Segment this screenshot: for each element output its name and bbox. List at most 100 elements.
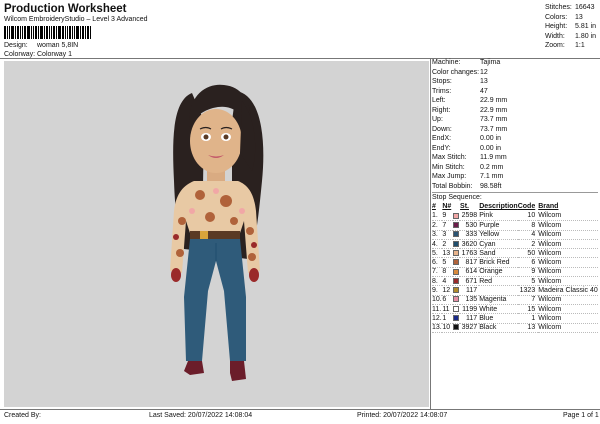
machine-info-row: Trims: 47 bbox=[432, 87, 598, 97]
machine-info-label: Stops: bbox=[432, 78, 452, 85]
row-index: 2. bbox=[432, 221, 438, 229]
row-index: 7. bbox=[432, 268, 438, 276]
stat-row: Width: 1.80 in bbox=[545, 32, 596, 42]
page-number: Page 1 of 1 bbox=[563, 412, 599, 419]
machine-info-label: Left: bbox=[432, 97, 446, 104]
col-needle: N# bbox=[442, 203, 452, 211]
stop-sequence-title: Stop Sequence: bbox=[432, 192, 598, 202]
design-stats: Stitches: 16643 Colors: 13 Height: 5.81 in Wid… bbox=[545, 3, 596, 51]
barcode-bar bbox=[58, 26, 61, 39]
machine-info-value: 11.9 mm bbox=[480, 154, 507, 161]
row-needle: 7 bbox=[442, 221, 447, 229]
machine-info-row: Left: 22.9 mm bbox=[432, 96, 598, 106]
row-code: 1323 bbox=[519, 287, 536, 295]
row-brand: Wilcom bbox=[538, 268, 562, 276]
stat-row: Stitches: 16643 bbox=[545, 3, 596, 13]
machine-info: Machine: Tajima Color changes:12 Stops: 13 Tr… bbox=[432, 58, 598, 191]
barcode-bar bbox=[56, 26, 57, 39]
row-code: 5 bbox=[531, 277, 536, 285]
row-brand: Madeira Classic 40 bbox=[538, 287, 598, 295]
row-index: 4. bbox=[432, 240, 438, 248]
stat-label: Zoom: bbox=[545, 42, 565, 50]
stat-value: 13 bbox=[575, 13, 583, 21]
row-needle: 13 bbox=[442, 249, 451, 257]
col-code: Code bbox=[517, 203, 536, 211]
colorway-field: Colorway: Colorway 1 bbox=[4, 51, 72, 58]
machine-info-value: 0.2 mm bbox=[480, 163, 504, 171]
table-row: 13. 10 3927 Black 13 Wilcom bbox=[432, 323, 598, 333]
barcode-bar bbox=[11, 26, 14, 39]
row-stitches: 135 bbox=[465, 296, 478, 304]
row-code: 8 bbox=[531, 221, 536, 229]
row-swatch bbox=[453, 258, 460, 267]
row-swatch bbox=[453, 277, 460, 286]
machine-info-label: EndY: bbox=[432, 144, 451, 152]
row-index: 12. bbox=[432, 314, 442, 322]
row-index: 5. bbox=[432, 249, 438, 257]
barcode-bar bbox=[38, 26, 39, 39]
row-needle: 3 bbox=[442, 231, 447, 239]
row-description: Purple bbox=[479, 221, 500, 229]
row-code: 2 bbox=[531, 240, 536, 248]
machine-info-label: Max Jump: bbox=[432, 173, 467, 180]
barcode-bar bbox=[27, 26, 30, 39]
color-swatch bbox=[453, 296, 460, 303]
embroidery-figure-image bbox=[170, 84, 264, 381]
machine-info-label: EndX: bbox=[432, 135, 452, 142]
machine-info-row: Down: 73.7 mm bbox=[432, 125, 598, 135]
machine-info-row: Stops: 13 bbox=[432, 77, 598, 87]
barcode-bar bbox=[17, 26, 19, 39]
footer-divider bbox=[0, 409, 600, 410]
row-stitches: 2598 bbox=[461, 212, 478, 220]
machine-info-label: Down: bbox=[432, 125, 452, 133]
colorway-value: Colorway 1 bbox=[37, 51, 73, 58]
stat-label: Stitches: bbox=[545, 4, 572, 12]
row-index: 8. bbox=[432, 277, 438, 285]
row-brand: Wilcom bbox=[538, 259, 562, 267]
machine-info-value: 13 bbox=[480, 78, 488, 85]
barcode-bar bbox=[20, 26, 21, 39]
row-brand: Wilcom bbox=[538, 296, 562, 304]
row-needle: 11 bbox=[442, 305, 450, 313]
printed-date: Printed: 20/07/2022 14:08:07 bbox=[357, 412, 448, 419]
stat-value: 1:1 bbox=[575, 42, 585, 50]
row-index: 10. bbox=[432, 296, 442, 304]
table-row: 8. 4 671 Red 5 Wilcom bbox=[432, 277, 598, 286]
machine-info-label: Machine: bbox=[432, 59, 461, 66]
row-stitches: 3927 bbox=[461, 324, 478, 332]
barcode-bar bbox=[80, 26, 81, 39]
machine-info-row: EndY: 0.00 in bbox=[432, 144, 598, 154]
row-needle: 2 bbox=[442, 240, 447, 248]
barcode-bar bbox=[22, 26, 23, 39]
col-index: # bbox=[432, 203, 436, 211]
row-description: Black bbox=[479, 324, 497, 332]
color-swatch bbox=[453, 287, 460, 294]
col-description: Description bbox=[479, 203, 518, 211]
stop-sequence-table: # N# St. Description Code Brand 1. 9 2598 P… bbox=[432, 202, 598, 333]
row-description: Pink bbox=[479, 212, 493, 220]
machine-info-row: Max Jump: 7.1 mm bbox=[432, 172, 598, 182]
color-swatch bbox=[453, 240, 460, 247]
machine-info-value: 98.58ft bbox=[480, 182, 502, 190]
stat-value: 1.80 in bbox=[575, 32, 597, 40]
color-swatch bbox=[453, 259, 460, 266]
table-row: 11. 11 1199 White 15 Wilcom bbox=[432, 304, 598, 314]
barcode-bar bbox=[53, 26, 55, 39]
row-stitches: 3620 bbox=[461, 240, 478, 248]
stat-label: Colors: bbox=[545, 13, 568, 21]
row-code: 4 bbox=[531, 231, 536, 239]
table-row: 12. 1 117 Blue 1 Wilcom bbox=[432, 314, 598, 324]
table-row: 4. 2 3620 Cyan 2 Wilcom bbox=[432, 239, 598, 249]
table-row: 1. 9 2598 Pink 10 Wilcom bbox=[432, 212, 598, 221]
row-index: 11. bbox=[432, 305, 442, 313]
color-swatch bbox=[453, 231, 460, 238]
barcode-bar bbox=[74, 26, 75, 39]
design-preview[interactable] bbox=[4, 61, 429, 407]
row-needle: 4 bbox=[442, 277, 447, 285]
row-description: Yellow bbox=[479, 231, 500, 239]
machine-info-value: 47 bbox=[480, 87, 488, 95]
barcode-bar bbox=[51, 26, 52, 39]
machine-info-label: Min Stitch: bbox=[432, 163, 465, 171]
row-index: 6. bbox=[432, 259, 438, 267]
color-swatch bbox=[453, 324, 460, 331]
